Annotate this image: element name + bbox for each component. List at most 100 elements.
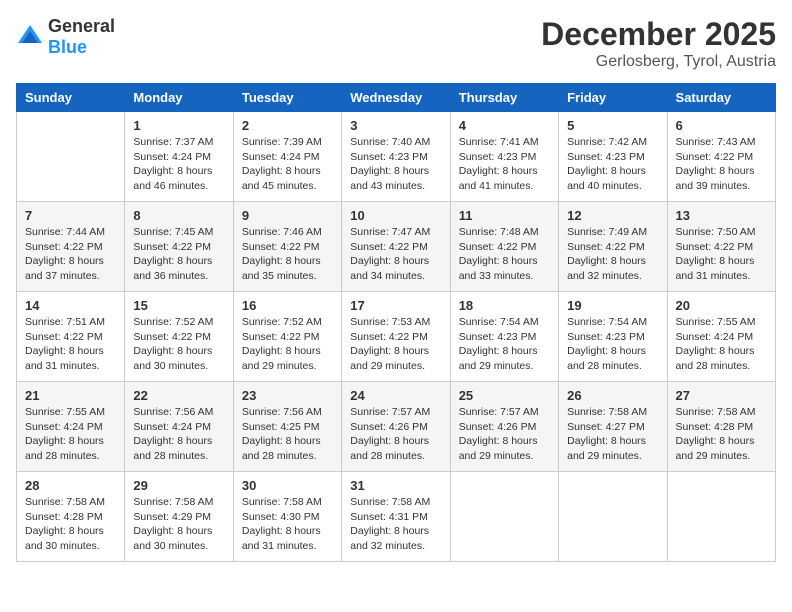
day-info: Sunrise: 7:48 AM Sunset: 4:22 PM Dayligh… (459, 225, 550, 284)
day-cell: 29Sunrise: 7:58 AM Sunset: 4:29 PM Dayli… (125, 472, 233, 562)
day-info: Sunrise: 7:53 AM Sunset: 4:22 PM Dayligh… (350, 315, 441, 374)
day-cell: 9 Sunrise: 7:46 AM Sunset: 4:22 PM Daylig… (233, 202, 341, 292)
day-info: Sunrise: 7:46 AM Sunset: 4:22 PM Dayligh… (242, 225, 333, 284)
week-row-3: 14 Sunrise: 7:51 AM Sunset: 4:22 PM Dayli… (17, 292, 776, 382)
day-cell: 13Sunrise: 7:50 AM Sunset: 4:22 PM Dayli… (667, 202, 775, 292)
day-info: Sunrise: 7:58 AM Sunset: 4:30 PM Dayligh… (242, 495, 333, 554)
day-number: 4 (459, 118, 550, 133)
day-number: 16 (242, 298, 333, 313)
day-cell: 4 Sunrise: 7:41 AM Sunset: 4:23 PM Daylig… (450, 112, 558, 202)
day-info: Sunrise: 7:52 AM Sunset: 4:22 PM Dayligh… (242, 315, 333, 374)
day-info: Sunrise: 7:44 AM Sunset: 4:22 PM Dayligh… (25, 225, 116, 284)
day-info: Sunrise: 7:39 AM Sunset: 4:24 PM Dayligh… (242, 135, 333, 194)
day-cell: 18 Sunrise: 7:54 AM Sunset: 4:23 PM Dayli… (450, 292, 558, 382)
day-cell: 26 Sunrise: 7:58 AM Sunset: 4:27 PM Dayli… (559, 382, 667, 472)
day-cell: 2 Sunrise: 7:39 AM Sunset: 4:24 PM Daylig… (233, 112, 341, 202)
day-info: Sunrise: 7:58 AM Sunset: 4:28 PM Dayligh… (676, 405, 767, 464)
day-cell: 14 Sunrise: 7:51 AM Sunset: 4:22 PM Dayli… (17, 292, 125, 382)
day-number: 17 (350, 298, 441, 313)
day-info: Sunrise: 7:58 AM Sunset: 4:31 PM Dayligh… (350, 495, 441, 554)
day-number: 10 (350, 208, 441, 223)
day-number: 21 (25, 388, 116, 403)
day-number: 24 (350, 388, 441, 403)
day-number: 6 (676, 118, 767, 133)
day-cell: 28Sunrise: 7:58 AM Sunset: 4:28 PM Dayli… (17, 472, 125, 562)
day-info: Sunrise: 7:58 AM Sunset: 4:28 PM Dayligh… (25, 495, 116, 554)
day-number: 8 (133, 208, 224, 223)
day-number: 30 (242, 478, 333, 493)
header-thursday: Thursday (450, 84, 558, 112)
day-number: 31 (350, 478, 441, 493)
day-cell: 21 Sunrise: 7:55 AM Sunset: 4:24 PM Dayli… (17, 382, 125, 472)
day-info: Sunrise: 7:40 AM Sunset: 4:23 PM Dayligh… (350, 135, 441, 194)
day-info: Sunrise: 7:57 AM Sunset: 4:26 PM Dayligh… (459, 405, 550, 464)
day-cell: 24Sunrise: 7:57 AM Sunset: 4:26 PM Dayli… (342, 382, 450, 472)
day-cell: 27 Sunrise: 7:58 AM Sunset: 4:28 PM Dayli… (667, 382, 775, 472)
week-row-2: 7 Sunrise: 7:44 AM Sunset: 4:22 PM Daylig… (17, 202, 776, 292)
day-info: Sunrise: 7:47 AM Sunset: 4:22 PM Dayligh… (350, 225, 441, 284)
day-number: 9 (242, 208, 333, 223)
week-row-1: 1 Sunrise: 7:37 AM Sunset: 4:24 PM Daylig… (17, 112, 776, 202)
day-number: 23 (242, 388, 333, 403)
month-title: December 2025 (541, 16, 776, 53)
day-cell: 31 Sunrise: 7:58 AM Sunset: 4:31 PM Dayli… (342, 472, 450, 562)
day-number: 11 (459, 208, 550, 223)
day-info: Sunrise: 7:42 AM Sunset: 4:23 PM Dayligh… (567, 135, 658, 194)
day-number: 14 (25, 298, 116, 313)
day-number: 5 (567, 118, 658, 133)
week-row-4: 21 Sunrise: 7:55 AM Sunset: 4:24 PM Dayli… (17, 382, 776, 472)
header-saturday: Saturday (667, 84, 775, 112)
day-cell: 1 Sunrise: 7:37 AM Sunset: 4:24 PM Daylig… (125, 112, 233, 202)
logo: General Blue (16, 16, 115, 58)
header-row: SundayMondayTuesdayWednesdayThursdayFrid… (17, 84, 776, 112)
day-cell: 15Sunrise: 7:52 AM Sunset: 4:22 PM Dayli… (125, 292, 233, 382)
day-number: 7 (25, 208, 116, 223)
day-info: Sunrise: 7:41 AM Sunset: 4:23 PM Dayligh… (459, 135, 550, 194)
day-info: Sunrise: 7:54 AM Sunset: 4:23 PM Dayligh… (459, 315, 550, 374)
header-tuesday: Tuesday (233, 84, 341, 112)
header-wednesday: Wednesday (342, 84, 450, 112)
day-cell: 12 Sunrise: 7:49 AM Sunset: 4:22 PM Dayli… (559, 202, 667, 292)
header: General Blue December 2025 Gerlosberg, T… (16, 16, 776, 71)
week-row-5: 28Sunrise: 7:58 AM Sunset: 4:28 PM Dayli… (17, 472, 776, 562)
day-info: Sunrise: 7:52 AM Sunset: 4:22 PM Dayligh… (133, 315, 224, 374)
day-info: Sunrise: 7:58 AM Sunset: 4:29 PM Dayligh… (133, 495, 224, 554)
day-number: 20 (676, 298, 767, 313)
day-number: 2 (242, 118, 333, 133)
day-cell: 7 Sunrise: 7:44 AM Sunset: 4:22 PM Daylig… (17, 202, 125, 292)
day-number: 27 (676, 388, 767, 403)
day-number: 22 (133, 388, 224, 403)
day-number: 18 (459, 298, 550, 313)
logo-text: General Blue (48, 16, 115, 58)
day-info: Sunrise: 7:49 AM Sunset: 4:22 PM Dayligh… (567, 225, 658, 284)
day-cell: 19 Sunrise: 7:54 AM Sunset: 4:23 PM Dayli… (559, 292, 667, 382)
day-cell: 17 Sunrise: 7:53 AM Sunset: 4:22 PM Dayli… (342, 292, 450, 382)
day-cell: 11 Sunrise: 7:48 AM Sunset: 4:22 PM Dayli… (450, 202, 558, 292)
day-cell: 3 Sunrise: 7:40 AM Sunset: 4:23 PM Daylig… (342, 112, 450, 202)
day-cell: 6Sunrise: 7:43 AM Sunset: 4:22 PM Daylig… (667, 112, 775, 202)
day-cell: 5 Sunrise: 7:42 AM Sunset: 4:23 PM Daylig… (559, 112, 667, 202)
day-info: Sunrise: 7:55 AM Sunset: 4:24 PM Dayligh… (676, 315, 767, 374)
header-monday: Monday (125, 84, 233, 112)
day-number: 12 (567, 208, 658, 223)
day-number: 19 (567, 298, 658, 313)
day-info: Sunrise: 7:58 AM Sunset: 4:27 PM Dayligh… (567, 405, 658, 464)
day-number: 3 (350, 118, 441, 133)
day-number: 26 (567, 388, 658, 403)
day-info: Sunrise: 7:50 AM Sunset: 4:22 PM Dayligh… (676, 225, 767, 284)
day-info: Sunrise: 7:54 AM Sunset: 4:23 PM Dayligh… (567, 315, 658, 374)
title-area: December 2025 Gerlosberg, Tyrol, Austria (541, 16, 776, 71)
day-info: Sunrise: 7:55 AM Sunset: 4:24 PM Dayligh… (25, 405, 116, 464)
day-number: 1 (133, 118, 224, 133)
day-cell: 23Sunrise: 7:56 AM Sunset: 4:25 PM Dayli… (233, 382, 341, 472)
day-cell (17, 112, 125, 202)
logo-blue: Blue (48, 37, 87, 57)
day-cell: 16 Sunrise: 7:52 AM Sunset: 4:22 PM Dayli… (233, 292, 341, 382)
day-cell: 20 Sunrise: 7:55 AM Sunset: 4:24 PM Dayli… (667, 292, 775, 382)
day-number: 25 (459, 388, 550, 403)
day-info: Sunrise: 7:37 AM Sunset: 4:24 PM Dayligh… (133, 135, 224, 194)
day-cell (667, 472, 775, 562)
day-info: Sunrise: 7:51 AM Sunset: 4:22 PM Dayligh… (25, 315, 116, 374)
day-cell (559, 472, 667, 562)
day-cell: 10 Sunrise: 7:47 AM Sunset: 4:22 PM Dayli… (342, 202, 450, 292)
